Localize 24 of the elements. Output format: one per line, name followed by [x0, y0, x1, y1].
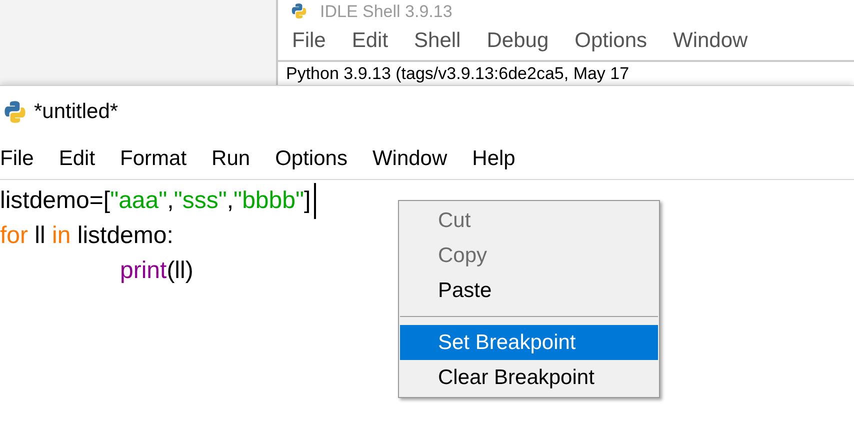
- menu-item[interactable]: Help: [472, 142, 516, 174]
- menu-item[interactable]: Edit: [352, 25, 388, 57]
- code-line: listdemo=["aaa","sss","bbbb"]: [0, 182, 316, 218]
- code-line: for ll in listdemo:: [0, 220, 174, 250]
- menu-item[interactable]: Options: [275, 142, 348, 174]
- menu-item[interactable]: File: [292, 25, 326, 57]
- menu-item[interactable]: Window: [372, 142, 448, 174]
- window-title: *untitled*: [34, 99, 118, 126]
- code-line: print(ll): [120, 256, 194, 286]
- shell-output: Python 3.9.13 (tags/v3.9.13:6de2ca5, May 17: [286, 62, 630, 85]
- python-logo-icon: [2, 99, 28, 125]
- menu-item[interactable]: File: [0, 142, 34, 174]
- menu-item[interactable]: Debug: [486, 25, 549, 57]
- menu-item[interactable]: Edit: [58, 142, 96, 174]
- window-title: IDLE Shell 3.9.13: [320, 2, 452, 20]
- python-logo-icon: [290, 2, 308, 20]
- menu-item[interactable]: Shell: [414, 25, 461, 57]
- menu-item[interactable]: Options: [574, 25, 647, 57]
- menu-item[interactable]: Clear Breakpoint: [400, 360, 658, 395]
- menu-item[interactable]: Set Breakpoint: [400, 325, 658, 360]
- menu-item[interactable]: Paste: [400, 273, 658, 308]
- menu-item[interactable]: Format: [120, 142, 187, 174]
- menu-item[interactable]: Window: [673, 25, 748, 57]
- menu-item[interactable]: Run: [212, 142, 250, 174]
